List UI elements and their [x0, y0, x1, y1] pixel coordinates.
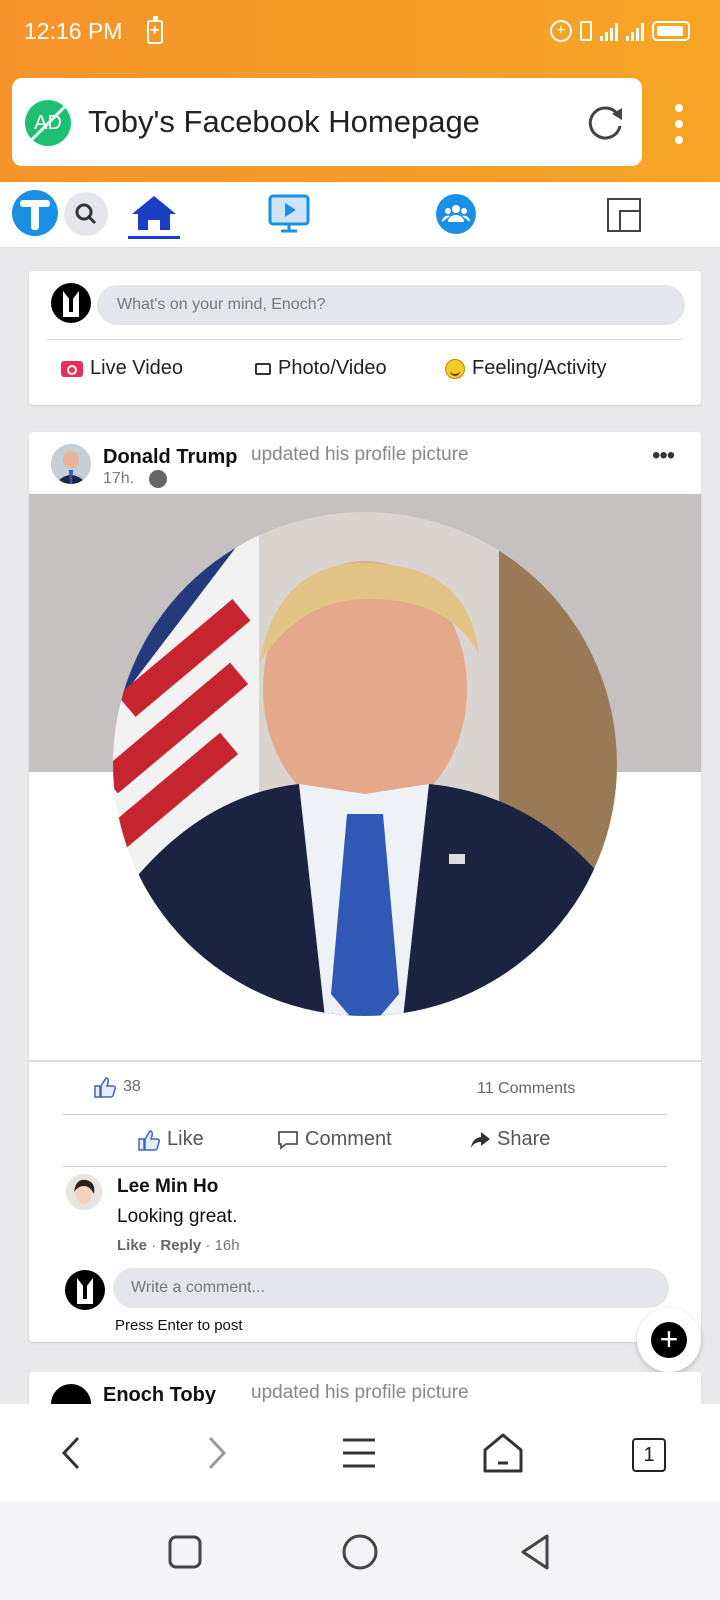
- battery-icon: [652, 21, 690, 41]
- browser-header: 12:16 PM + AD Toby's Facebook Homepage: [0, 0, 720, 182]
- photo-icon: [255, 362, 271, 375]
- live-video-label: Live Video: [90, 357, 184, 379]
- globe-icon: [149, 470, 167, 488]
- feed-post: Donald Trump updated his profile picture…: [29, 432, 701, 1342]
- post-action: updated his profile picture: [251, 444, 469, 465]
- status-time: 12:16 PM: [24, 18, 123, 44]
- feeling-activity-label: Feeling/Activity: [472, 357, 607, 379]
- divider: [29, 1060, 701, 1062]
- vibrate-icon: [580, 21, 592, 41]
- divider: [63, 1114, 667, 1115]
- plus-icon: +: [651, 1322, 687, 1358]
- overflow-menu-icon[interactable]: [670, 104, 688, 144]
- comment-time: 16h: [214, 1237, 240, 1254]
- recents-icon[interactable]: [165, 1532, 205, 1572]
- back-icon[interactable]: [50, 1430, 96, 1476]
- comment-button[interactable]: Comment: [277, 1128, 392, 1151]
- data-saver-icon: +: [550, 20, 572, 42]
- share-icon: [471, 1131, 490, 1148]
- share-button[interactable]: Share: [469, 1128, 550, 1151]
- home-circle-icon[interactable]: [340, 1532, 380, 1572]
- live-video-button[interactable]: Live Video: [61, 357, 183, 380]
- add-button[interactable]: +: [637, 1308, 701, 1372]
- comment-input[interactable]: Write a comment...: [113, 1268, 669, 1308]
- signal-icon-1: [600, 21, 618, 41]
- user-avatar[interactable]: [51, 283, 91, 323]
- profile-picture-image[interactable]: [29, 494, 701, 1054]
- pages-icon[interactable]: [607, 198, 641, 232]
- reload-icon[interactable]: [584, 102, 626, 144]
- press-enter-hint: Press Enter to post: [115, 1317, 243, 1334]
- commenter-avatar[interactable]: [66, 1174, 102, 1210]
- watch-icon[interactable]: [268, 192, 310, 234]
- home-tab-indicator: [128, 236, 180, 239]
- smiley-icon: [445, 358, 465, 379]
- post-author[interactable]: Donald Trump: [103, 446, 237, 469]
- user-avatar[interactable]: [65, 1270, 105, 1310]
- forward-icon[interactable]: [192, 1430, 238, 1476]
- divider: [47, 339, 683, 340]
- like-button[interactable]: Like: [137, 1128, 204, 1151]
- ad-block-icon[interactable]: AD: [25, 100, 71, 146]
- search-button[interactable]: [64, 192, 108, 236]
- more-options-icon[interactable]: •••: [652, 442, 675, 470]
- post-composer: What's on your mind, Enoch? Live Video P…: [29, 271, 701, 405]
- comments-count[interactable]: 11 Comments: [477, 1080, 575, 1098]
- status-icons: +: [550, 20, 690, 42]
- site-logo[interactable]: [12, 190, 58, 236]
- menu-icon[interactable]: [336, 1430, 382, 1476]
- system-navigation-bar: [0, 1502, 720, 1600]
- likes-value: 38: [123, 1078, 141, 1095]
- share-label: Share: [497, 1128, 551, 1150]
- comment-like-link[interactable]: Like: [117, 1237, 147, 1254]
- post-action: updated his profile picture: [251, 1382, 469, 1403]
- comment-label: Comment: [305, 1128, 392, 1150]
- address-bar[interactable]: AD Toby's Facebook Homepage: [12, 78, 642, 166]
- post-time[interactable]: 17h.: [103, 470, 134, 488]
- signal-icon-2: [626, 21, 644, 41]
- status-bar: 12:16 PM +: [0, 0, 720, 64]
- photo-video-label: Photo/Video: [278, 357, 387, 379]
- browser-toolbar: [0, 1404, 720, 1502]
- thumbs-up-icon: [138, 1129, 161, 1151]
- home-icon[interactable]: [480, 1430, 526, 1476]
- like-label: Like: [167, 1128, 204, 1150]
- likes-count[interactable]: 38: [93, 1076, 141, 1098]
- home-icon[interactable]: [128, 192, 180, 234]
- battery-saver-icon: [147, 16, 163, 44]
- facebook-nav: [0, 182, 720, 248]
- back-triangle-icon[interactable]: [515, 1532, 555, 1572]
- comment-icon: [278, 1130, 298, 1150]
- comment-text: Looking great.: [117, 1206, 238, 1227]
- groups-icon[interactable]: [436, 194, 476, 234]
- comment-reply-link[interactable]: Reply: [160, 1237, 201, 1254]
- author-avatar[interactable]: [51, 444, 91, 484]
- photo-video-button[interactable]: Photo/Video: [255, 357, 387, 380]
- status-input[interactable]: What's on your mind, Enoch?: [97, 285, 685, 325]
- commenter-name[interactable]: Lee Min Ho: [117, 1176, 218, 1198]
- thumbs-up-icon: [94, 1077, 117, 1098]
- comment-meta: Like · Reply · 16h: [117, 1237, 240, 1254]
- page-title[interactable]: Toby's Facebook Homepage: [88, 104, 480, 140]
- live-video-icon: [61, 360, 83, 377]
- search-icon: [75, 203, 97, 225]
- tabs-button[interactable]: 1: [632, 1438, 666, 1472]
- divider: [63, 1166, 667, 1167]
- feeling-activity-button[interactable]: Feeling/Activity: [445, 357, 607, 380]
